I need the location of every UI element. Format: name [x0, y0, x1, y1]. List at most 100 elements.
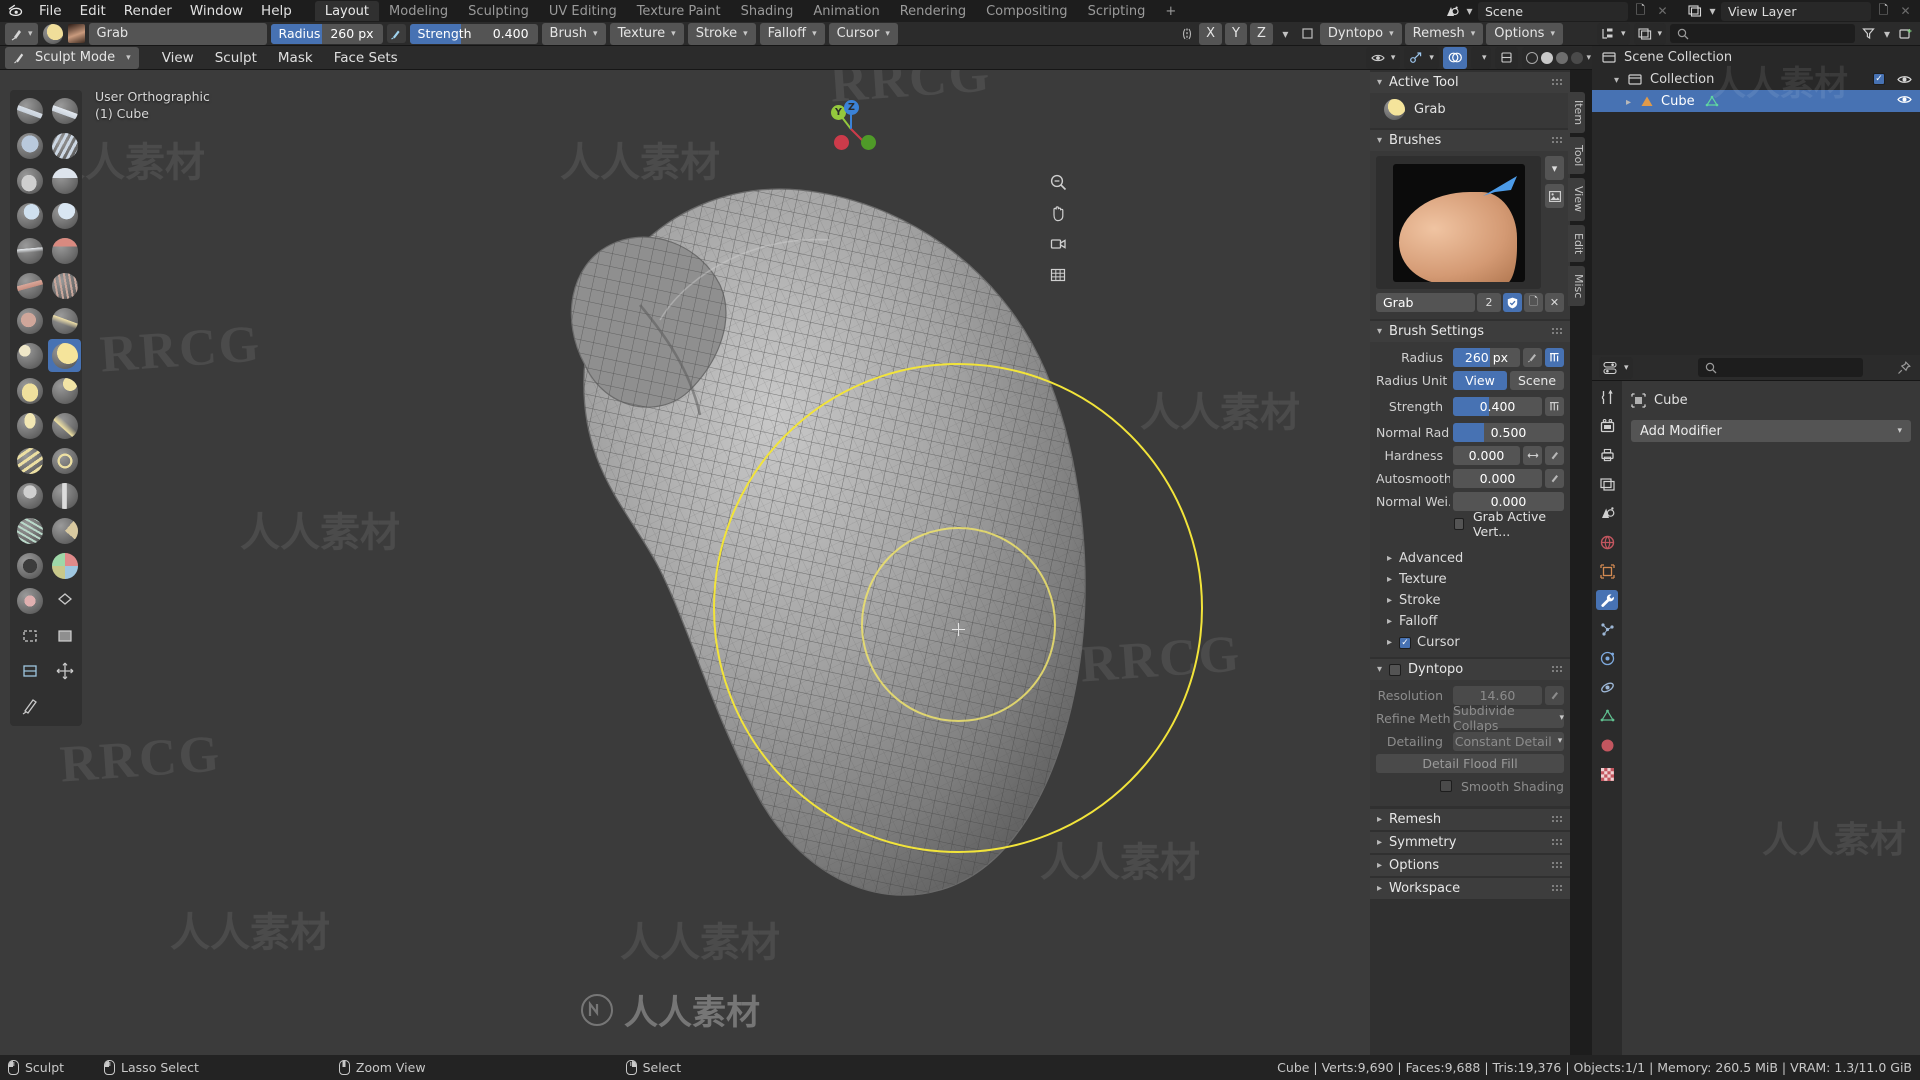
row-grab-active-vertex[interactable]: Grab Active Vert...	[1376, 514, 1564, 534]
fake-user-shield-icon[interactable]	[1503, 293, 1522, 312]
brush-menu[interactable]: Brush	[542, 23, 606, 45]
resolution-field[interactable]: 14.60	[1453, 686, 1542, 705]
panel-header-active-tool[interactable]: Active Tool	[1370, 72, 1570, 93]
outliner-row-scene-collection[interactable]: Scene Collection	[1592, 46, 1920, 68]
symmetry-icon[interactable]	[1177, 24, 1196, 43]
menu-mask[interactable]: Mask	[269, 47, 322, 69]
tool-simplify-brush[interactable]	[48, 514, 81, 547]
visibility-icon[interactable]	[1366, 47, 1401, 69]
symmetry-x-button[interactable]: X	[1199, 23, 1222, 45]
tool-clay-brush[interactable]	[13, 129, 46, 162]
scene-name-field[interactable]: Scene	[1478, 2, 1628, 21]
navigation-gizmo[interactable]: Y Z	[812, 90, 890, 168]
detailing-dropdown[interactable]: Constant Detail	[1453, 732, 1564, 751]
shading-mode-buttons[interactable]: ▾	[1522, 47, 1595, 69]
outliner-row-collection[interactable]: Collection ✓	[1592, 68, 1920, 90]
panel-header-brush-settings[interactable]: Brush Settings	[1370, 321, 1570, 342]
panel-header-remesh[interactable]: Remesh	[1370, 809, 1570, 830]
menu-render[interactable]: Render	[115, 0, 181, 22]
hardness-pressure-icon[interactable]	[1545, 446, 1564, 465]
menu-file[interactable]: File	[30, 0, 71, 22]
tiling-icon[interactable]	[1298, 24, 1317, 43]
duplicate-brush-icon[interactable]: 🗋	[1524, 293, 1543, 312]
workspace-tab-texture-paint[interactable]: Texture Paint	[627, 1, 731, 21]
properties-editor-type-icon[interactable]	[1599, 357, 1633, 379]
workspace-tab-rendering[interactable]: Rendering	[890, 1, 976, 21]
properties-tab-constraints[interactable]	[1596, 677, 1618, 697]
tool-draw-face-sets-brush[interactable]	[48, 549, 81, 582]
radius-unit-scene-button[interactable]: Scene	[1510, 371, 1564, 390]
workspace-tab-compositing[interactable]: Compositing	[976, 1, 1078, 21]
tool-snake-hook-brush[interactable]	[48, 374, 81, 407]
section-cursor[interactable]: ✓ Cursor	[1376, 632, 1564, 653]
tool-thumb-brush[interactable]	[13, 409, 46, 442]
properties-tab-column[interactable]	[1592, 381, 1622, 1055]
dyntopo-checkbox[interactable]	[1389, 664, 1401, 676]
autosmooth-slider[interactable]: 0.000	[1453, 469, 1542, 488]
zoom-icon[interactable]	[1046, 170, 1070, 194]
workspace-tab-modeling[interactable]: Modeling	[379, 1, 458, 21]
tool-grab-brush[interactable]	[48, 339, 81, 372]
properties-tab-scene[interactable]	[1596, 503, 1618, 523]
add-workspace-button[interactable]: +	[1155, 1, 1186, 21]
gizmo-icon[interactable]	[1404, 47, 1439, 69]
tool-flatten-brush[interactable]	[13, 269, 46, 302]
panel-header-options[interactable]: Options	[1370, 855, 1570, 876]
unlink-scene-icon[interactable]: ✕	[1653, 2, 1672, 21]
workspace-tab-animation[interactable]: Animation	[803, 1, 889, 21]
menu-face-sets[interactable]: Face Sets	[325, 47, 407, 69]
dyntopo-menu[interactable]: Dyntopo	[1320, 23, 1402, 45]
tool-slide-relax-brush[interactable]	[13, 479, 46, 512]
remesh-menu[interactable]: Remesh	[1405, 23, 1484, 45]
normal-weight-slider[interactable]: 0.000	[1453, 492, 1564, 511]
tool-elastic-deform-brush[interactable]	[13, 374, 46, 407]
collection-enable-checkbox[interactable]: ✓	[1873, 73, 1885, 85]
drag-grip-icon[interactable]	[1551, 884, 1563, 893]
tool-properties-panel[interactable]: Active Tool Grab Brushes ▾	[1370, 70, 1570, 1055]
tool-draw-sharp-brush[interactable]	[48, 94, 81, 127]
tool-clay-thumb-brush[interactable]	[13, 164, 46, 197]
properties-tab-object[interactable]	[1596, 561, 1618, 581]
menu-sculpt[interactable]: Sculpt	[206, 47, 266, 69]
gizmo-axis-y-neg[interactable]	[861, 135, 876, 150]
sidebar-tab-edit[interactable]: Edit	[1568, 225, 1585, 262]
tool-cloth-brush[interactable]	[13, 514, 46, 547]
tool-box-hide[interactable]	[48, 619, 81, 652]
viewport-3d[interactable]: 人人素材 RRCG 人人素材 RRCG 人人素材 人人素材 RRCG 人人素材 …	[0, 70, 1370, 1055]
tool-crease-brush[interactable]	[13, 234, 46, 267]
workspace-tab-sculpting[interactable]: Sculpting	[458, 1, 539, 21]
outliner-row-cube[interactable]: Cube	[1592, 90, 1920, 112]
unlink-brush-icon[interactable]: ✕	[1545, 293, 1564, 312]
funnel-chevron-icon[interactable]: ▾	[1882, 24, 1892, 43]
blender-logo-icon[interactable]	[6, 2, 26, 20]
brush-users-count[interactable]: 2	[1477, 293, 1501, 312]
radius-unit-view-button[interactable]: View	[1453, 371, 1507, 390]
panel-header-brushes[interactable]: Brushes	[1370, 130, 1570, 151]
scene-icon[interactable]	[1442, 2, 1461, 21]
section-texture[interactable]: Texture	[1376, 569, 1564, 590]
menu-edit[interactable]: Edit	[71, 0, 115, 22]
detail-flood-fill-button[interactable]: Detail Flood Fill	[1376, 754, 1564, 773]
workspace-tab-shading[interactable]: Shading	[731, 1, 804, 21]
eye-icon[interactable]	[1897, 74, 1912, 85]
breadcrumb[interactable]: Cube	[1631, 389, 1911, 411]
strength-value-slider[interactable]: 0.400	[1453, 397, 1542, 416]
drag-grip-icon[interactable]	[1551, 665, 1563, 674]
stroke-menu[interactable]: Stroke	[688, 23, 756, 45]
brush-preview-image[interactable]	[1393, 164, 1525, 282]
mode-selector[interactable]: Sculpt Mode	[5, 47, 139, 69]
section-advanced[interactable]: Advanced	[1376, 548, 1564, 569]
new-collection-icon[interactable]	[1896, 24, 1915, 43]
sidebar-tab-misc[interactable]: Misc	[1568, 266, 1585, 306]
view-layer-name-field[interactable]: View Layer	[1721, 2, 1871, 21]
symmetry-chevron-down-icon[interactable]: ▾	[1276, 24, 1295, 43]
pin-icon[interactable]	[1894, 358, 1913, 377]
outliner-search-input[interactable]	[1670, 24, 1855, 43]
brush-image-icon[interactable]	[1545, 184, 1564, 208]
new-view-layer-icon[interactable]: 🗋	[1874, 2, 1893, 21]
remove-view-layer-icon[interactable]: ✕	[1896, 2, 1915, 21]
properties-tab-world[interactable]	[1596, 532, 1618, 552]
drag-grip-icon[interactable]	[1551, 838, 1563, 847]
brush-preset-selector[interactable]: ▾	[5, 23, 38, 45]
overlays-chevron-icon[interactable]	[1471, 47, 1492, 69]
